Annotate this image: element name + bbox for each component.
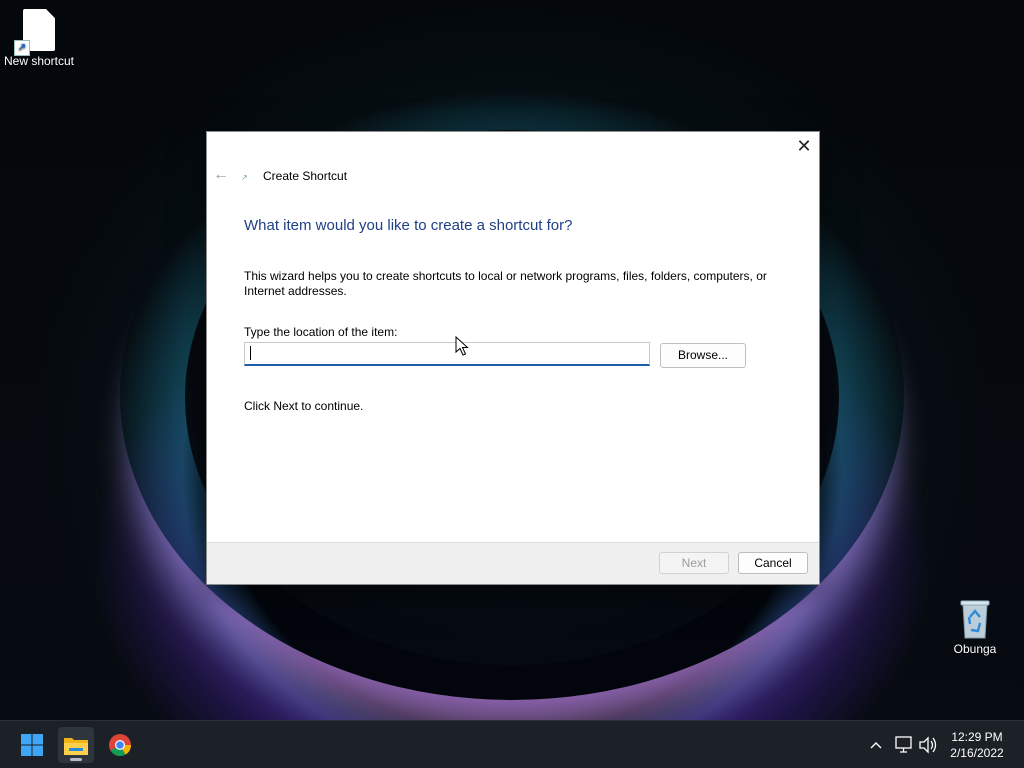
windows-logo-icon	[21, 734, 43, 756]
location-label: Type the location of the item:	[244, 325, 398, 339]
volume-button[interactable]	[918, 721, 938, 768]
dialog-title: Create Shortcut	[263, 169, 348, 183]
clock[interactable]: 12:29 PM 2/16/2022	[946, 729, 1008, 761]
shortcut-arrow-icon: ↗	[14, 40, 30, 56]
back-arrow-icon[interactable]: ←	[213, 166, 229, 184]
file-explorer-button[interactable]	[58, 727, 94, 763]
chrome-button[interactable]	[102, 727, 138, 763]
taskbar: 12:29 PM 2/16/2022	[0, 720, 1024, 768]
network-icon	[895, 736, 912, 753]
chrome-icon	[109, 734, 131, 756]
browse-button[interactable]: Browse...	[660, 343, 746, 368]
desktop-icon-label: Obunga	[953, 642, 997, 656]
start-button[interactable]	[14, 727, 50, 763]
text-caret	[250, 346, 251, 360]
clock-date: 2/16/2022	[950, 746, 1004, 760]
next-button[interactable]: Next	[659, 552, 729, 574]
clock-time: 12:29 PM	[951, 730, 1003, 744]
recycle-bin-icon	[958, 597, 992, 639]
location-input[interactable]	[244, 342, 650, 366]
mouse-pointer-icon	[455, 335, 469, 356]
desktop-icon-label: New shortcut	[3, 54, 75, 68]
dialog-footer: Next Cancel	[207, 542, 819, 584]
chevron-up-icon	[870, 742, 882, 749]
volume-icon	[919, 736, 937, 754]
create-shortcut-dialog: ✕ ← ↗ Create Shortcut What item would yo…	[206, 131, 820, 585]
close-button[interactable]: ✕	[789, 132, 819, 160]
wizard-description: This wizard helps you to create shortcut…	[244, 269, 767, 298]
network-button[interactable]	[894, 721, 914, 768]
wizard-heading: What item would you like to create a sho…	[244, 217, 573, 234]
desktop-icon-recycle-bin[interactable]: Obunga	[945, 597, 1005, 656]
cancel-button[interactable]: Cancel	[738, 552, 808, 574]
active-indicator	[70, 758, 82, 761]
show-hidden-icons-button[interactable]	[866, 721, 886, 768]
desktop-icon-new-shortcut[interactable]: ↗ New shortcut	[0, 9, 78, 68]
shortcut-wizard-icon: ↗	[241, 173, 248, 182]
continue-hint: Click Next to continue.	[244, 399, 364, 413]
